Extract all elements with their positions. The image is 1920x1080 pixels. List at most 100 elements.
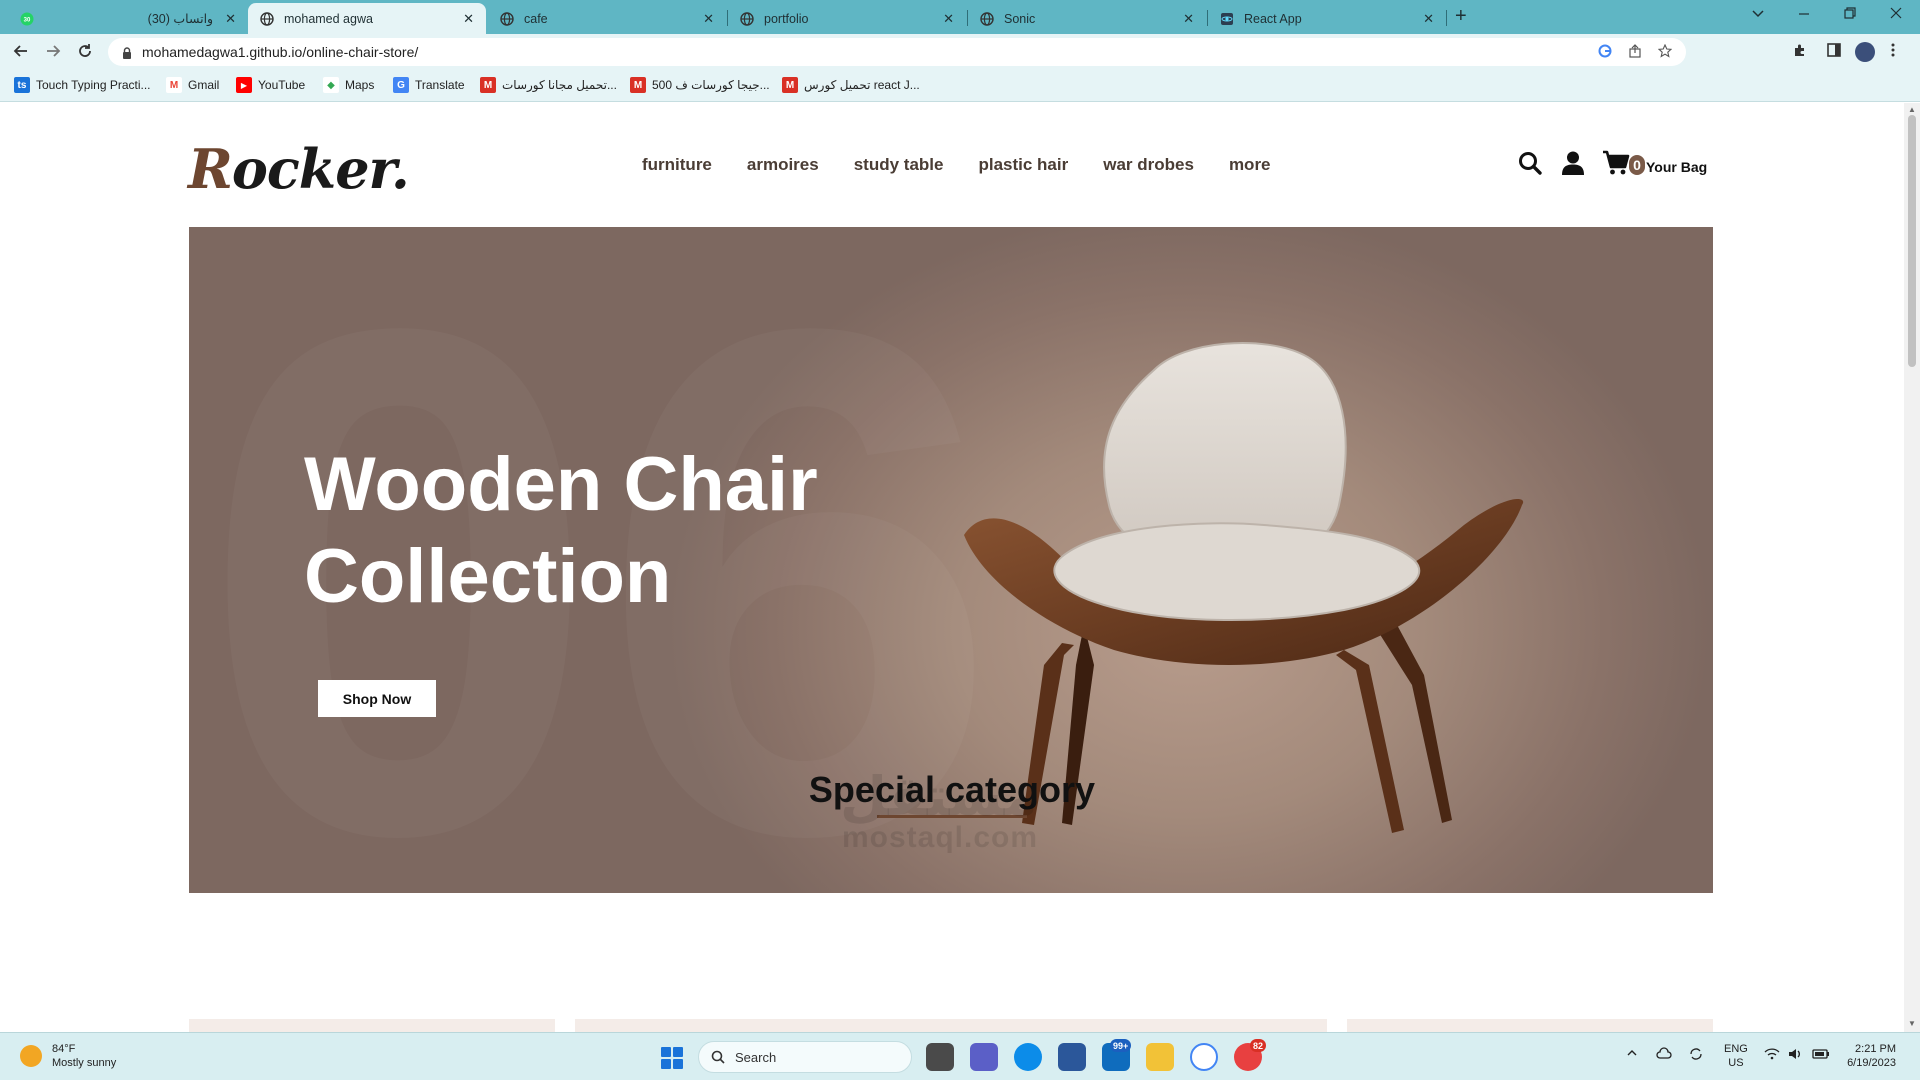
sync-icon[interactable]: [1688, 1047, 1704, 1064]
m-icon: M: [782, 77, 798, 93]
profile-avatar[interactable]: [1855, 42, 1875, 62]
battery-icon[interactable]: [1812, 1047, 1830, 1064]
tab-title: portfolio: [764, 11, 809, 26]
scroll-down-icon[interactable]: ▼: [1908, 1019, 1916, 1028]
close-icon[interactable]: ✕: [1423, 11, 1434, 27]
category-card[interactable]: [1347, 1019, 1713, 1032]
main-nav: furniture armoires study table plastic h…: [642, 155, 1271, 175]
bookmark-item[interactable]: M تحميل كورس react J...: [782, 77, 920, 93]
extensions-icon[interactable]: [1792, 42, 1808, 63]
tab-mohamed-agwa[interactable]: mohamed agwa ✕: [248, 3, 486, 34]
tab-react-app[interactable]: React App ✕: [1208, 3, 1446, 34]
page-scrollbar[interactable]: ▲ ▼: [1904, 103, 1920, 1032]
close-icon[interactable]: ✕: [943, 11, 954, 27]
cloud-icon[interactable]: [1656, 1047, 1672, 1064]
bookmark-item[interactable]: M تحميل مجانا كورسات...: [480, 77, 617, 93]
edge-icon[interactable]: [1014, 1043, 1042, 1071]
bookmark-star-icon[interactable]: [1657, 43, 1673, 61]
forward-arrow-icon[interactable]: [44, 42, 62, 65]
wifi-icon[interactable]: [1764, 1047, 1780, 1064]
nav-plastic-hair[interactable]: plastic hair: [978, 155, 1068, 175]
search-placeholder: Search: [735, 1049, 777, 1065]
scrollbar-thumb[interactable]: [1908, 115, 1916, 367]
tab-cafe[interactable]: cafe ✕: [488, 3, 726, 34]
close-icon[interactable]: ✕: [463, 11, 474, 27]
reload-icon[interactable]: [76, 42, 94, 65]
teams-icon[interactable]: [970, 1043, 998, 1071]
system-clock[interactable]: 2:21 PM 6/19/2023: [1838, 1042, 1896, 1070]
nav-war-drobes[interactable]: war drobes: [1103, 155, 1194, 175]
clock-time: 2:21 PM: [1855, 1043, 1896, 1055]
tab-title: mohamed agwa: [284, 11, 373, 26]
clock-date: 6/19/2023: [1847, 1057, 1896, 1069]
address-bar[interactable]: mohamedagwa1.github.io/online-chair-stor…: [108, 38, 1686, 66]
nav-furniture[interactable]: furniture: [642, 155, 712, 175]
new-tab-button[interactable]: +: [1455, 5, 1467, 28]
cart-label[interactable]: Your Bag: [1646, 159, 1707, 175]
share-icon[interactable]: [1628, 44, 1642, 61]
close-window-icon[interactable]: [1889, 6, 1903, 23]
nav-armoires[interactable]: armoires: [747, 155, 819, 175]
shop-now-button[interactable]: Shop Now: [318, 680, 436, 717]
bookmark-label: تحميل مجانا كورسات...: [502, 78, 617, 92]
windows-taskbar: 84°F Mostly sunny Search 99+ 82 ENG US 2…: [0, 1032, 1920, 1080]
chevron-up-icon[interactable]: [1626, 1047, 1638, 1062]
bookmark-item[interactable]: ts Touch Typing Practi...: [14, 77, 151, 93]
close-icon[interactable]: ✕: [703, 11, 714, 27]
nav-more[interactable]: more: [1229, 155, 1271, 175]
globe-icon: [980, 11, 994, 26]
volume-icon[interactable]: [1788, 1047, 1804, 1064]
browser-toolbar: mohamedagwa1.github.io/online-chair-stor…: [0, 34, 1920, 70]
site-logo[interactable]: Rocker.: [188, 137, 410, 201]
folder-icon[interactable]: [1146, 1043, 1174, 1071]
weather-desc: Mostly sunny: [52, 1057, 117, 1069]
side-panel-icon[interactable]: [1826, 42, 1842, 63]
language-indicator[interactable]: ENG US: [1724, 1042, 1748, 1070]
back-arrow-icon[interactable]: [12, 42, 30, 65]
file-explorer-dark-icon[interactable]: [926, 1043, 954, 1071]
bookmark-item[interactable]: ◆ Maps: [323, 77, 374, 93]
category-card[interactable]: [575, 1019, 1327, 1032]
nav-study-table[interactable]: study table: [854, 155, 944, 175]
bookmark-label: Touch Typing Practi...: [36, 78, 151, 92]
chrome-icon[interactable]: [1190, 1043, 1218, 1071]
user-icon[interactable]: [1559, 149, 1587, 177]
sun-icon: [20, 1045, 42, 1067]
taskbar-search[interactable]: Search: [698, 1041, 912, 1073]
bookmark-item[interactable]: ▶ YouTube: [236, 77, 305, 93]
logo-initial: R: [188, 137, 233, 201]
bookmark-label: Maps: [345, 78, 375, 92]
minimize-icon[interactable]: [1797, 6, 1811, 23]
tab-separator: [1446, 10, 1447, 26]
close-icon[interactable]: ✕: [1183, 11, 1194, 27]
category-card[interactable]: [189, 1019, 555, 1032]
menu-dots-icon[interactable]: [1890, 42, 1896, 63]
scroll-up-icon[interactable]: ▲: [1908, 105, 1916, 114]
search-icon[interactable]: [1516, 149, 1544, 177]
restore-icon[interactable]: [1843, 6, 1857, 23]
browser-tab-strip: 30 (30) واتساب ✕ mohamed agwa ✕ cafe ✕ p…: [0, 0, 1920, 34]
bookmark-item[interactable]: M Gmail: [166, 77, 219, 93]
mail-badge: 99+: [1110, 1039, 1132, 1052]
hero-title: Wooden Chair Collection: [304, 442, 818, 619]
bookmark-item[interactable]: M 500 جيجا كورسات ف...: [630, 77, 770, 93]
weather-widget[interactable]: 84°F Mostly sunny: [20, 1042, 116, 1070]
store-icon[interactable]: [1058, 1043, 1086, 1071]
tab-search-icon[interactable]: [1751, 6, 1765, 23]
google-icon[interactable]: [1598, 44, 1612, 61]
tab-sonic[interactable]: Sonic ✕: [968, 3, 1206, 34]
lang-region: US: [1728, 1057, 1744, 1069]
m-icon: M: [480, 77, 496, 93]
tab-title: Sonic: [1004, 11, 1036, 26]
cart-count-badge: 0: [1629, 155, 1645, 175]
close-icon[interactable]: ✕: [225, 11, 236, 27]
translate-icon: G: [393, 77, 409, 93]
tab-portfolio[interactable]: portfolio ✕: [728, 3, 966, 34]
bookmark-item[interactable]: G Translate: [393, 77, 465, 93]
windows-start-icon[interactable]: [661, 1047, 683, 1069]
bookmarks-bar: ts Touch Typing Practi... M Gmail ▶ YouT…: [0, 70, 1920, 102]
tab-whatsapp[interactable]: 30 (30) واتساب ✕: [8, 3, 248, 34]
cart-icon[interactable]: [1602, 149, 1630, 177]
tab-title: React App: [1244, 11, 1302, 26]
watermark-text: mostaql.com: [842, 821, 1039, 854]
